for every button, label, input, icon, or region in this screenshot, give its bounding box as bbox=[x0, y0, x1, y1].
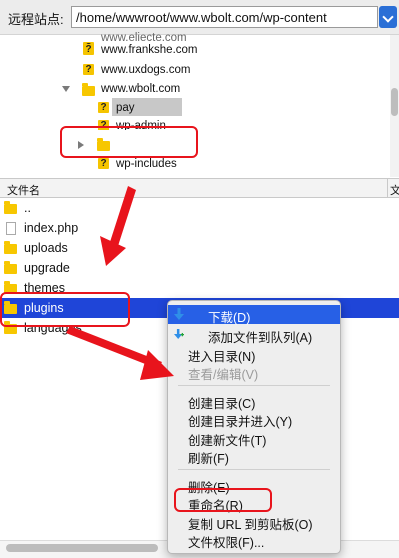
annotation-arrows bbox=[66, 186, 174, 380]
red-arrow-right-icon bbox=[66, 326, 174, 380]
red-arrow-down-icon bbox=[100, 186, 136, 266]
